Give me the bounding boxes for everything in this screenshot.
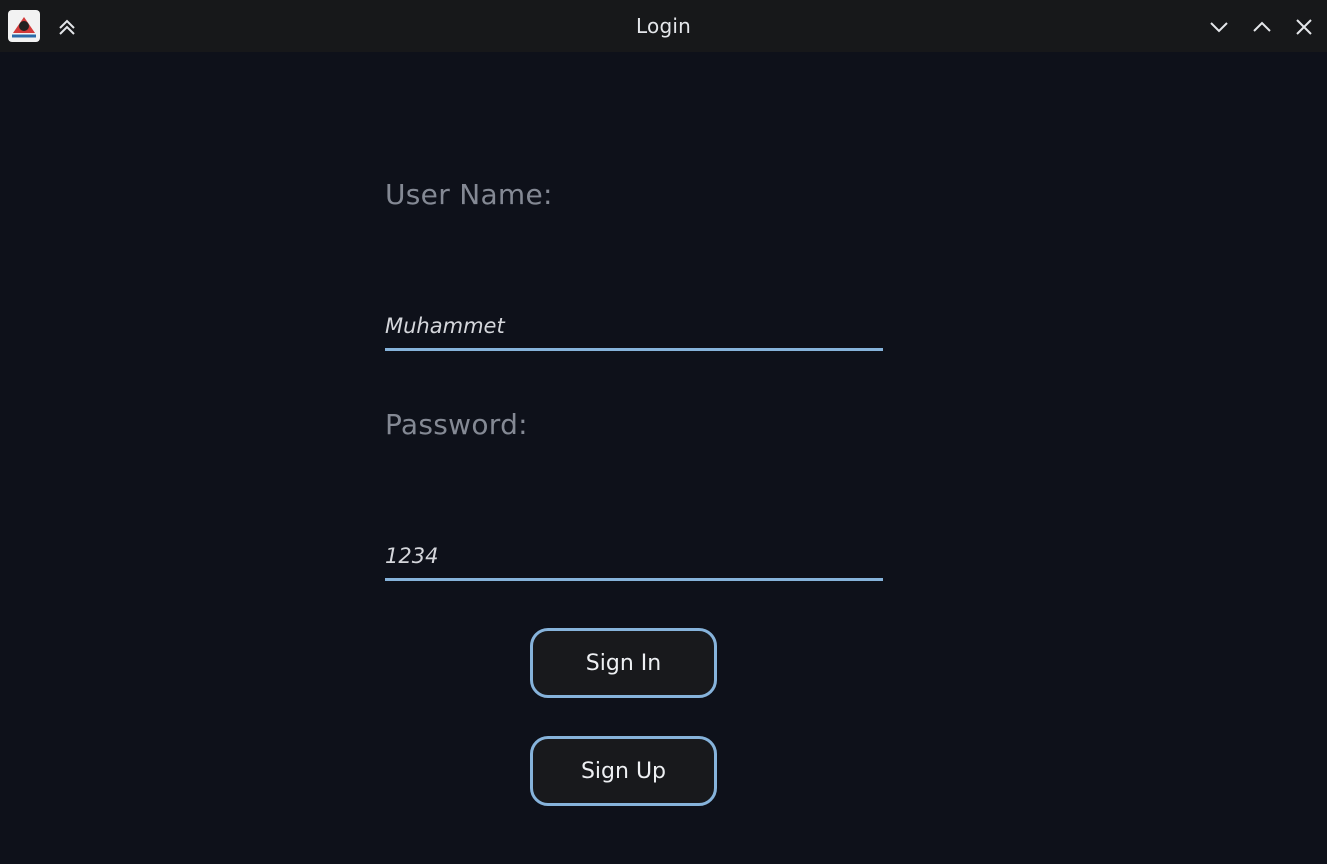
password-input[interactable] [385, 544, 883, 568]
username-input[interactable] [385, 314, 883, 338]
username-field[interactable] [385, 296, 883, 351]
chevron-up-icon[interactable] [1250, 15, 1274, 39]
sign-up-button[interactable]: Sign Up [530, 736, 717, 806]
sign-in-button[interactable]: Sign In [530, 628, 717, 698]
login-window: Login User Name: Password: Sign In Sign … [0, 0, 1327, 864]
window-title: Login [636, 14, 691, 38]
chevron-down-icon[interactable] [1207, 15, 1231, 39]
username-label: User Name: [385, 178, 553, 211]
password-label: Password: [385, 408, 528, 441]
title-bar[interactable]: Login [0, 0, 1327, 52]
close-icon[interactable] [1292, 15, 1316, 39]
password-field[interactable] [385, 526, 883, 581]
